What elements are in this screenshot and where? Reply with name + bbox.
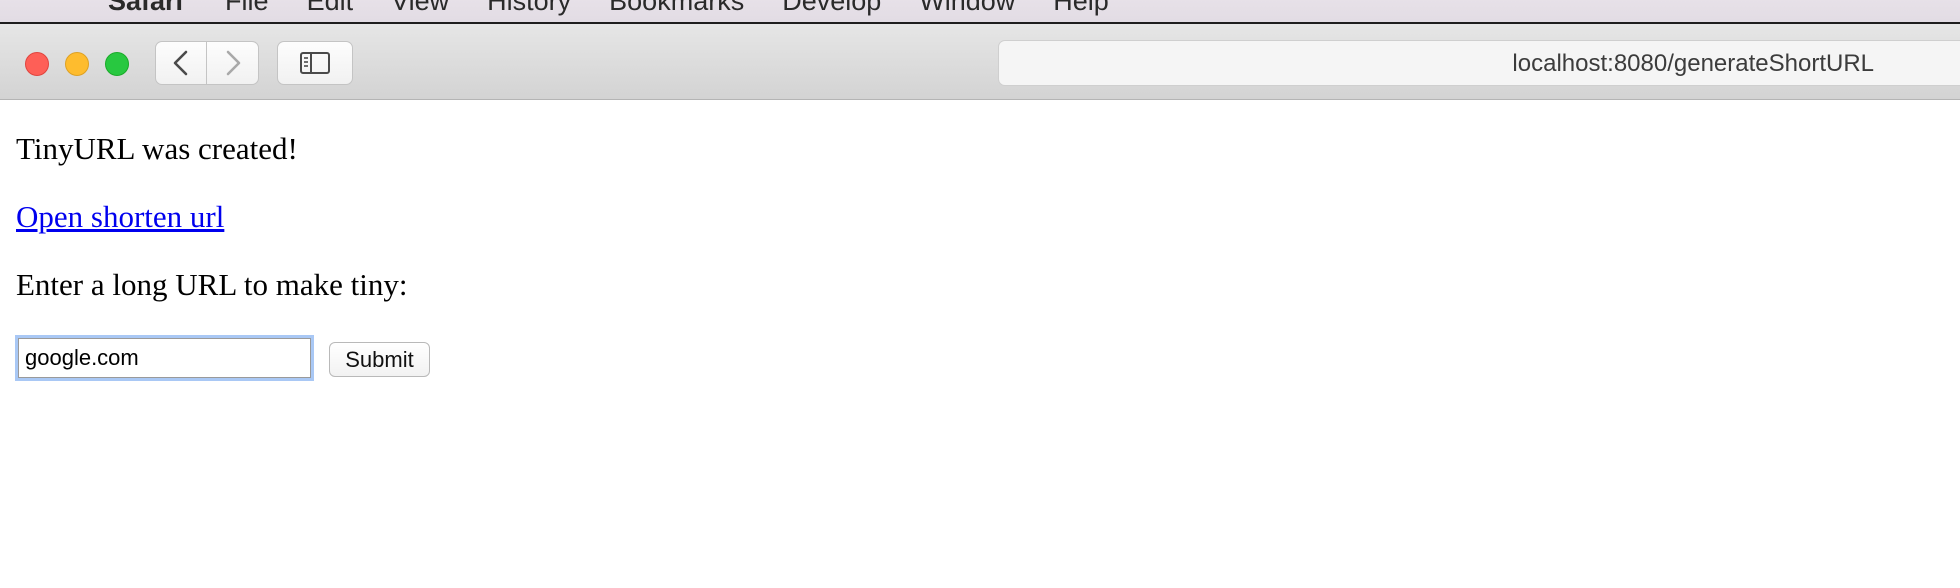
minimize-window-button[interactable]	[65, 52, 89, 76]
navigation-buttons	[155, 41, 259, 85]
sidebar-toggle-button[interactable]	[277, 41, 353, 85]
menu-safari[interactable]: Safari	[108, 0, 183, 17]
apple-menu-icon[interactable]	[38, 0, 68, 16]
url-prompt-label: Enter a long URL to make tiny:	[16, 267, 408, 302]
long-url-input[interactable]	[15, 335, 314, 381]
forward-button[interactable]	[207, 42, 258, 84]
open-shorten-url-link[interactable]: Open shorten url	[16, 199, 224, 235]
close-window-button[interactable]	[25, 52, 49, 76]
menu-file[interactable]: File	[225, 0, 269, 17]
chevron-right-icon	[226, 50, 240, 76]
submit-button[interactable]: Submit	[329, 342, 430, 377]
menu-view[interactable]: View	[391, 0, 449, 17]
sidebar-icon	[300, 52, 330, 74]
chevron-left-icon	[173, 50, 188, 76]
menu-bar: Safari File Edit View History Bookmarks …	[0, 0, 1960, 22]
menu-history[interactable]: History	[487, 0, 571, 17]
menu-bookmarks[interactable]: Bookmarks	[609, 0, 744, 17]
menu-develop[interactable]: Develop	[782, 0, 881, 17]
success-message: TinyURL was created!	[16, 131, 298, 166]
page-content: TinyURL was created! Open shorten url En…	[0, 101, 1960, 588]
menu-help[interactable]: Help	[1053, 0, 1109, 17]
browser-toolbar: localhost:8080/generateShortURL	[0, 22, 1960, 100]
back-button[interactable]	[156, 42, 208, 84]
zoom-window-button[interactable]	[105, 52, 129, 76]
menu-items: Safari File Edit View History Bookmarks …	[108, 0, 1147, 16]
address-bar[interactable]: localhost:8080/generateShortURL	[998, 40, 1960, 86]
menu-window[interactable]: Window	[919, 0, 1015, 17]
address-url: localhost:8080/generateShortURL	[1512, 50, 1874, 77]
menu-edit[interactable]: Edit	[307, 0, 354, 17]
